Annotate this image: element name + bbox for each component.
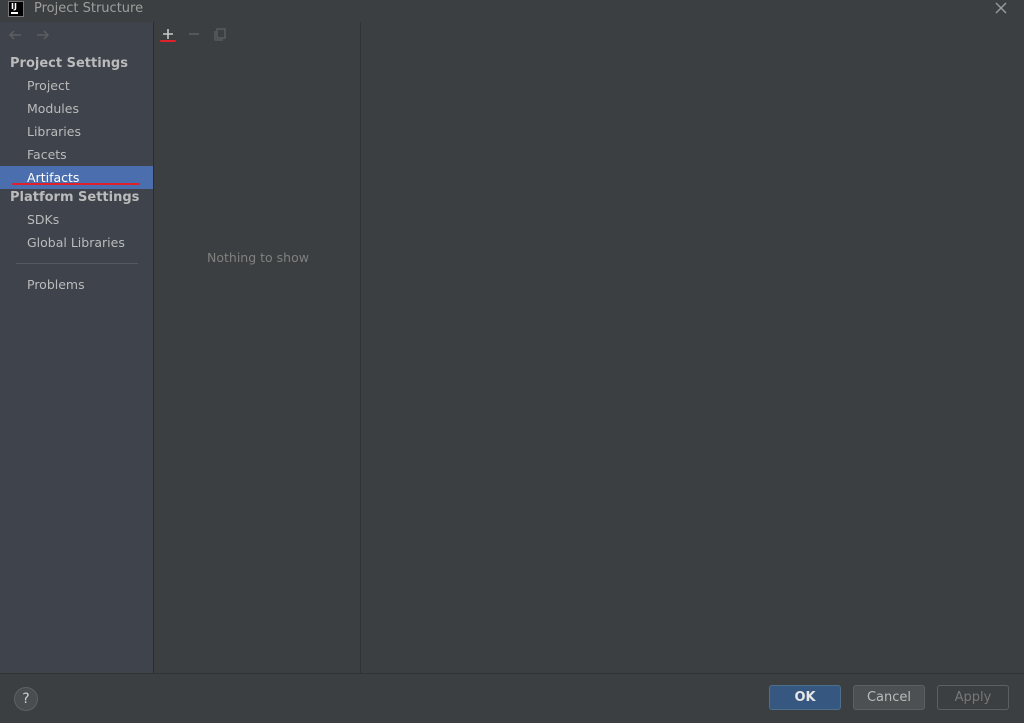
- cancel-button[interactable]: Cancel: [853, 685, 925, 710]
- details-pane: [361, 22, 1024, 673]
- red-annotation-underline-add: [160, 40, 176, 42]
- sidebar-item-sdks[interactable]: SDKs: [0, 208, 153, 231]
- intellij-logo-icon: IJ: [8, 1, 24, 17]
- platform-settings-header: Platform Settings: [10, 190, 140, 205]
- sidebar-item-artifacts[interactable]: Artifacts: [0, 166, 153, 189]
- dialog-footer: ? OK Cancel Apply: [0, 673, 1024, 723]
- forward-arrow-icon[interactable]: [34, 27, 52, 43]
- sidebar-item-project[interactable]: Project: [0, 74, 153, 97]
- help-button[interactable]: ?: [14, 687, 38, 711]
- copy-icon[interactable]: [212, 26, 228, 42]
- sidebar-separator: [16, 263, 138, 264]
- nav-arrows: [6, 27, 58, 46]
- back-arrow-icon[interactable]: [6, 27, 24, 43]
- artifacts-list-pane: Nothing to show: [153, 22, 361, 673]
- sidebar: Project Settings Project Modules Librari…: [0, 22, 153, 673]
- red-annotation-underline: [12, 183, 140, 185]
- ok-button[interactable]: OK: [769, 685, 841, 710]
- sidebar-item-facets[interactable]: Facets: [0, 143, 153, 166]
- window-title: Project Structure: [34, 1, 144, 16]
- empty-state-text: Nothing to show: [207, 250, 309, 265]
- logo-text: IJ: [11, 2, 17, 11]
- title-bar: IJ Project Structure: [0, 0, 1024, 22]
- apply-button[interactable]: Apply: [937, 685, 1009, 710]
- close-icon[interactable]: [992, 0, 1010, 18]
- sidebar-item-problems[interactable]: Problems: [0, 273, 153, 296]
- sidebar-item-global-libraries[interactable]: Global Libraries: [0, 231, 153, 254]
- sidebar-item-libraries[interactable]: Libraries: [0, 120, 153, 143]
- remove-icon[interactable]: [186, 26, 202, 42]
- sidebar-item-modules[interactable]: Modules: [0, 97, 153, 120]
- project-settings-header: Project Settings: [10, 56, 128, 71]
